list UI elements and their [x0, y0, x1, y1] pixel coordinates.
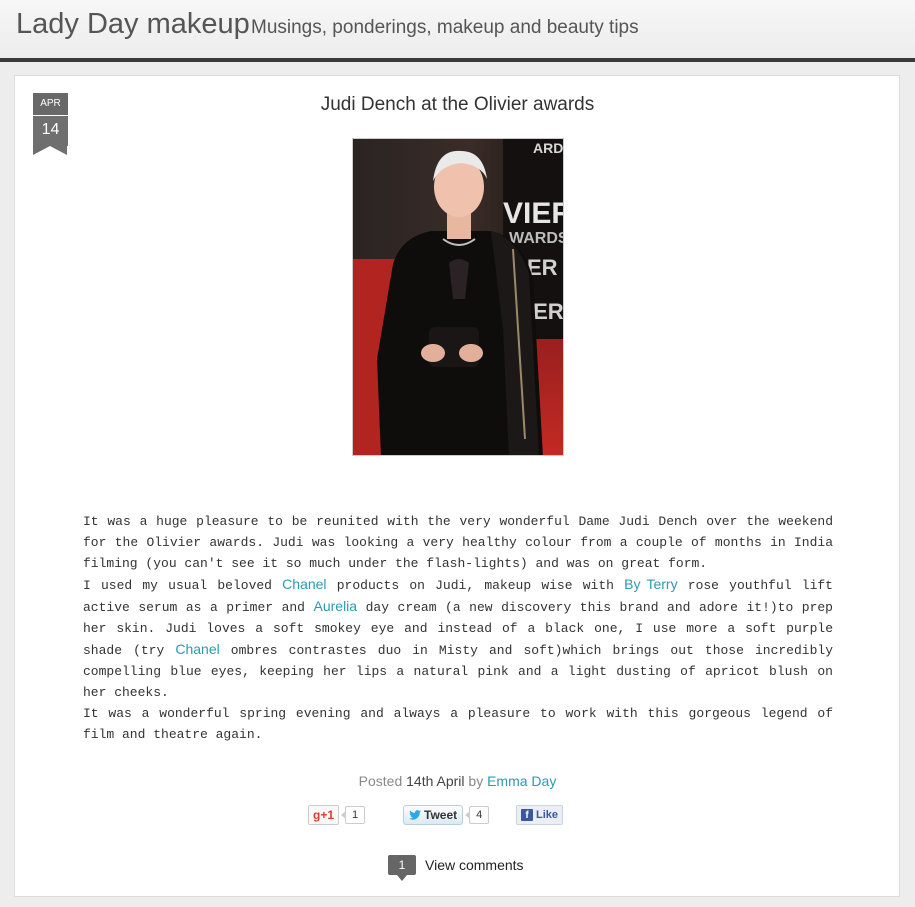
blog-header: Lady Day makeup Musings, ponderings, mak… — [0, 0, 915, 62]
post-date[interactable]: 14th April — [406, 773, 464, 789]
chanel-link[interactable]: Chanel — [175, 641, 219, 657]
twitter-bird-icon — [409, 810, 421, 820]
tweet-share: Tweet 4 — [403, 805, 490, 825]
svg-text:VIER: VIER — [503, 197, 564, 230]
comment-count-bubble: 1 — [388, 855, 416, 881]
gplus-share: g+1 1 — [308, 805, 366, 825]
tweet-button[interactable]: Tweet — [403, 805, 464, 825]
author-link[interactable]: Emma Day — [487, 773, 556, 789]
date-day: 14 — [33, 116, 68, 146]
gplus-button[interactable]: g+1 — [308, 805, 340, 825]
like-label: Like — [536, 809, 559, 821]
post-meta: Posted 14th April by Emma Day — [0, 773, 915, 789]
text-run: products on Judi, makeup wise with — [326, 578, 625, 593]
post-paragraph: It was a huge pleasure to be reunited wi… — [83, 514, 833, 571]
text-run: I used my usual beloved — [83, 578, 283, 593]
gplus-count: 1 — [341, 806, 366, 824]
like-button[interactable]: f Like — [516, 805, 564, 825]
svg-text:ARDS: ARDS — [533, 140, 564, 156]
svg-text:WARDS: WARDS — [509, 230, 564, 247]
facebook-icon: f — [521, 809, 533, 821]
facebook-like: f Like — [516, 805, 564, 825]
judi-dench-photo-image: ARDS VIER WARDS ER IER — [353, 139, 564, 455]
post-paragraph: I used my usual beloved Chanel products … — [83, 574, 833, 703]
tweet-count: 4 — [465, 806, 490, 824]
view-comments-label[interactable]: View comments — [425, 857, 524, 873]
post-title[interactable]: Judi Dench at the Olivier awards — [0, 94, 915, 116]
posted-label: Posted — [358, 773, 403, 789]
by-label: by — [468, 773, 484, 789]
blog-title[interactable]: Lady Day makeup — [16, 8, 250, 41]
comments-link[interactable]: 1 View comments — [388, 855, 524, 881]
post-photo[interactable]: ARDS VIER WARDS ER IER — [352, 138, 564, 456]
blog-tagline: Musings, ponderings, makeup and beauty t… — [251, 17, 639, 38]
post-body: It was a huge pleasure to be reunited wi… — [83, 511, 833, 745]
date-badge-tail — [33, 146, 67, 155]
aurelia-link[interactable]: Aurelia — [314, 598, 358, 614]
chanel-link[interactable]: Chanel — [282, 576, 326, 592]
tweet-label: Tweet — [424, 808, 458, 822]
by-terry-link[interactable]: By Terry — [624, 576, 677, 592]
post-paragraph: It was a wonderful spring evening and al… — [83, 706, 833, 742]
